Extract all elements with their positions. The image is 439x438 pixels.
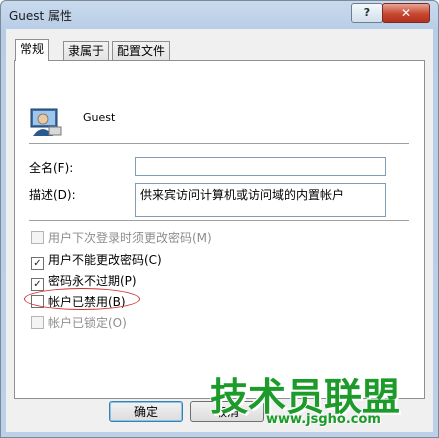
watermark-logo: 技术员联盟 www.jsgho.com: [206, 366, 438, 437]
checkbox-label: 帐户已锁定(O): [48, 316, 127, 330]
window-title: Guest 属性: [9, 9, 73, 23]
properties-window: Guest 属性 ? ✕ 常规 隶属于 配置文件 Guest 全名(F): 描述…: [0, 0, 439, 438]
fullname-label: 全名(F):: [29, 161, 74, 175]
checkbox-cannot-change-password[interactable]: ✓ 用户不能更改密码(C): [31, 251, 162, 270]
help-button[interactable]: ?: [351, 3, 383, 23]
close-button[interactable]: ✕: [382, 3, 430, 23]
divider: [29, 143, 409, 144]
checkbox-label: 用户下次登录时须更改密码(M): [48, 231, 212, 245]
checkbox-must-change-password[interactable]: 用户下次登录时须更改密码(M): [31, 229, 212, 246]
checkbox-label: 密码永不过期(P): [48, 274, 137, 288]
description-label: 描述(D):: [29, 188, 76, 202]
tab-panel-general: Guest 全名(F): 描述(D): 供来宾访问计算机或访问域的内置帐户 用户…: [14, 60, 425, 399]
divider: [29, 220, 409, 221]
user-name: Guest: [83, 111, 116, 124]
users-icon: [30, 108, 62, 136]
fullname-input[interactable]: [135, 157, 386, 176]
title-bar[interactable]: Guest 属性 ? ✕: [1, 1, 438, 29]
tab-general[interactable]: 常规: [15, 39, 50, 61]
checkbox-box-checked[interactable]: ✓: [31, 278, 44, 291]
checkbox-account-locked[interactable]: 帐户已锁定(O): [31, 314, 127, 331]
checkbox-box[interactable]: [31, 231, 44, 244]
checkbox-label: 用户不能更改密码(C): [48, 253, 162, 267]
checkbox-box[interactable]: [31, 316, 44, 329]
description-input[interactable]: 供来宾访问计算机或访问域的内置帐户: [135, 183, 386, 217]
tab-member-of[interactable]: 隶属于: [63, 41, 110, 60]
checkbox-box-checked[interactable]: ✓: [31, 257, 44, 270]
watermark-url: www.jsgho.com: [266, 412, 381, 427]
tab-profile[interactable]: 配置文件: [112, 41, 171, 60]
highlight-oval: [24, 288, 140, 310]
ok-button[interactable]: 确定: [109, 401, 183, 422]
